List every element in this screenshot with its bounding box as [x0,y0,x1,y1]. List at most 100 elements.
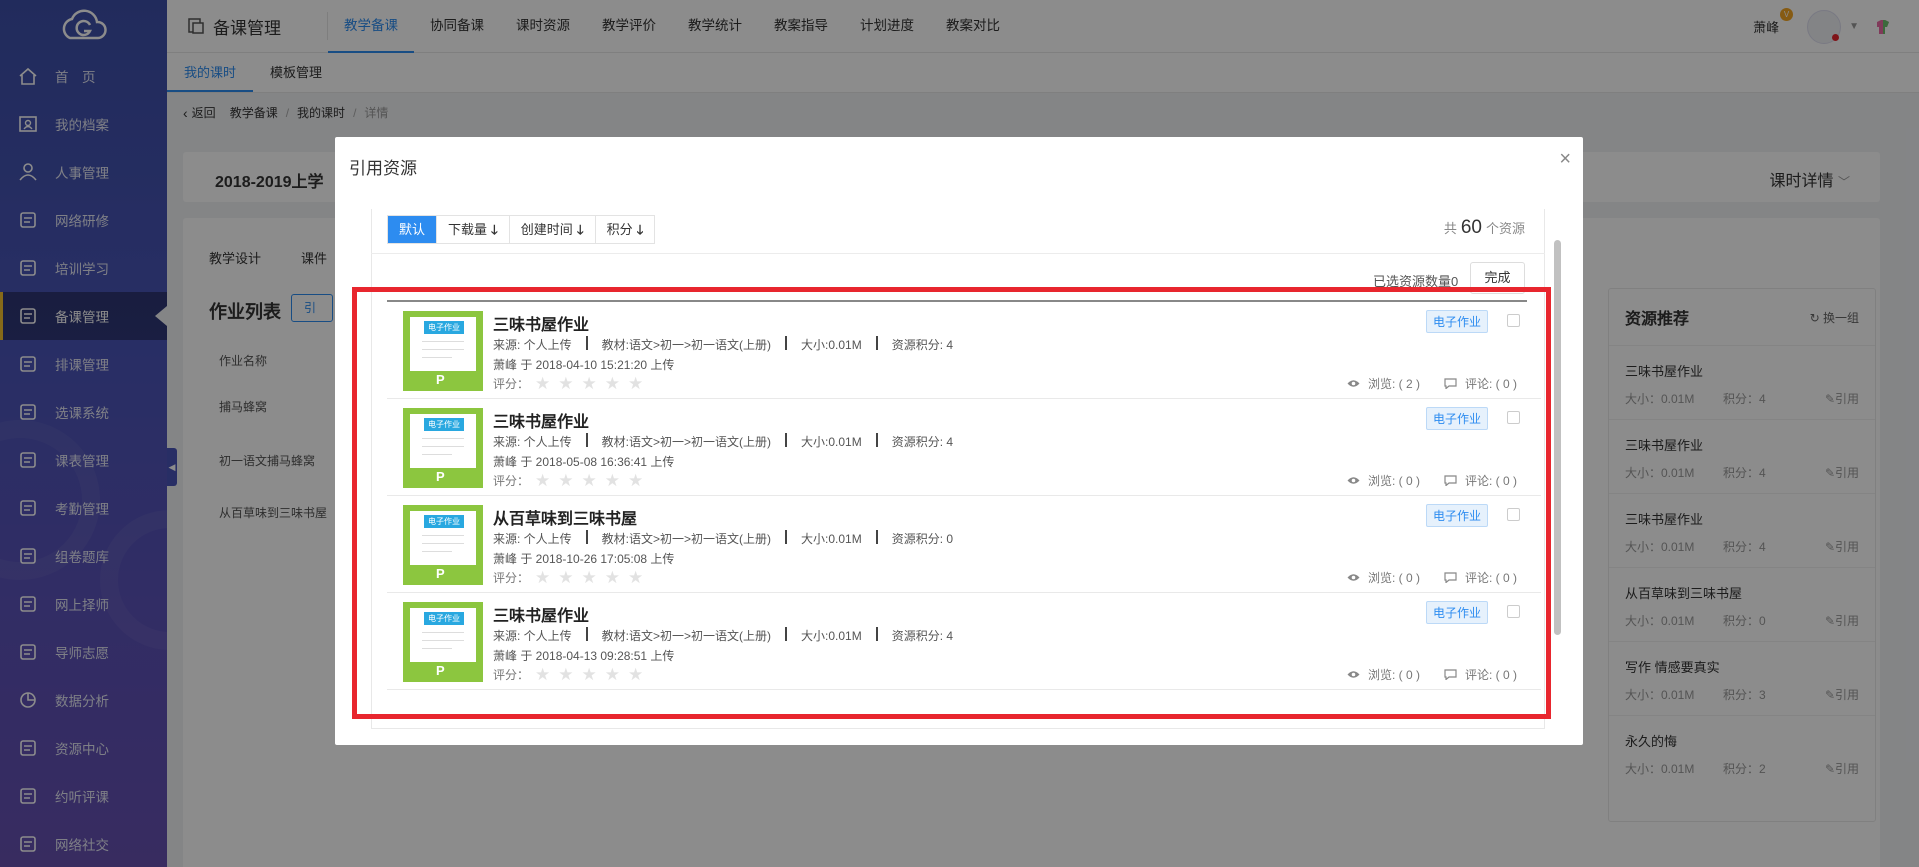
sort-created-label: 创建时间 [520,222,573,237]
thumbnail-mark: P [436,566,445,581]
resource-thumbnail[interactable]: 电子作业 P [403,408,483,488]
thumbnail-line [422,446,464,447]
resource-rating: 评分： ★ ★ ★ ★ ★ [493,375,651,392]
resource-meta: 来源: 个人上传 教材:语文>初一>初一语文(上册) 大小:0.01M 资源积分: 4 [493,627,953,644]
rating-label: 评分： [493,377,530,391]
resource-thumbnail[interactable]: 电子作业 P [403,505,483,585]
resource-rating: 评分： ★ ★ ★ ★ ★ [493,472,651,489]
resource-title[interactable]: 从百草味到三味书屋 [493,505,637,529]
resource-stats: 浏览: ( 0 ) 评论: ( 0 ) [1323,472,1517,489]
divider [875,336,878,350]
arrow-down-icon: 🡓 [636,222,644,237]
divider [875,530,878,544]
divider [585,336,588,350]
resource-thumbnail[interactable]: 电子作业 P [403,311,483,391]
star-rating[interactable]: ★ ★ ★ ★ ★ [535,666,651,683]
thumbnail-mark: P [436,372,445,387]
resource-title[interactable]: 三味书屋作业 [493,311,589,335]
resource-rating: 评分： ★ ★ ★ ★ ★ [493,569,651,586]
close-icon[interactable]: × [1559,149,1571,169]
comment-icon [1444,572,1457,583]
resource-points: 资源积分: 0 [891,532,954,546]
resource-select-checkbox[interactable] [1507,314,1520,327]
resource-select-checkbox[interactable] [1507,411,1520,424]
star-icon[interactable]: ★ [628,666,643,683]
divider [875,433,878,447]
resource-item: 电子作业 P 三味书屋作业 来源: 个人上传 教材:语文>初一>初一语文(上册) 大小:0… [387,593,1541,690]
star-icon[interactable]: ★ [628,472,643,489]
star-icon[interactable]: ★ [582,375,597,392]
resource-title[interactable]: 三味书屋作业 [493,602,589,626]
divider [371,253,1545,254]
eye-icon [1347,574,1360,581]
thumbnail-line [422,349,464,350]
star-icon[interactable]: ★ [582,569,597,586]
thumbnail-line [422,640,464,641]
star-icon[interactable]: ★ [535,472,550,489]
star-icon[interactable]: ★ [605,569,620,586]
thumbnail-line [422,438,464,439]
star-icon[interactable]: ★ [582,472,597,489]
resource-material: 教材:语文>初一>初一语文(上册) [601,629,772,643]
thumbnail-tag: 电子作业 [424,321,464,334]
sort-downloads[interactable]: 下载量 🡓 [437,216,510,243]
comment-icon [1444,669,1457,680]
views-stat: 浏览: ( 0 ) [1347,666,1420,683]
divider [785,433,788,447]
resource-type-badge: 电子作业 [1426,601,1489,624]
comments-count: 评论: ( 0 ) [1464,571,1517,585]
resource-type-badge: 电子作业 [1426,504,1489,527]
resource-select-checkbox[interactable] [1507,605,1520,618]
resource-source: 来源: 个人上传 [493,629,572,643]
star-rating[interactable]: ★ ★ ★ ★ ★ [535,472,651,489]
star-icon[interactable]: ★ [535,375,550,392]
star-icon[interactable]: ★ [605,472,620,489]
thumbnail-tag: 电子作业 [424,515,464,528]
resource-material: 教材:语文>初一>初一语文(上册) [601,435,772,449]
done-button[interactable]: 完成 [1470,262,1525,294]
sort-points[interactable]: 积分 🡓 [596,216,655,243]
modal-title: 引用资源 [349,159,417,178]
star-icon[interactable]: ★ [628,569,643,586]
thumbnail-paper: 电子作业 [410,608,476,662]
star-icon[interactable]: ★ [582,666,597,683]
comments-stat: 评论: ( 0 ) [1444,472,1517,489]
star-icon[interactable]: ★ [605,666,620,683]
arrow-down-icon: 🡓 [576,222,584,237]
thumbnail-line [422,632,464,633]
sort-created-time[interactable]: 创建时间 🡓 [510,216,596,243]
star-icon[interactable]: ★ [535,666,550,683]
resource-source: 来源: 个人上传 [493,338,572,352]
resource-item: 电子作业 P 三味书屋作业 来源: 个人上传 教材:语文>初一>初一语文(上册) 大小:0… [387,399,1541,496]
divider [785,627,788,641]
comments-count: 评论: ( 0 ) [1464,474,1517,488]
resource-thumbnail[interactable]: 电子作业 P [403,602,483,682]
sort-default[interactable]: 默认 [388,216,438,243]
star-icon[interactable]: ★ [535,569,550,586]
divider [585,627,588,641]
star-icon[interactable]: ★ [558,569,573,586]
resource-source: 来源: 个人上传 [493,435,572,449]
star-rating[interactable]: ★ ★ ★ ★ ★ [535,375,651,392]
star-rating[interactable]: ★ ★ ★ ★ ★ [535,569,651,586]
thumbnail-line [422,543,464,544]
star-icon[interactable]: ★ [605,375,620,392]
thumbnail-line [422,535,464,536]
modal-scrollbar[interactable] [1554,240,1561,635]
views-stat: 浏览: ( 2 ) [1347,375,1420,392]
resource-type-badge: 电子作业 [1426,310,1489,333]
star-icon[interactable]: ★ [628,375,643,392]
total-number: 60 [1460,217,1482,238]
star-icon[interactable]: ★ [558,472,573,489]
rating-label: 评分： [493,571,530,585]
resource-title[interactable]: 三味书屋作业 [493,408,589,432]
thumbnail-paper: 电子作业 [410,511,476,565]
selected-count: 已选资源数量0 [1373,274,1459,289]
resource-upload-info: 萧峰 于 2018-04-10 15:21:20 上传 [493,358,675,372]
resource-rating: 评分： ★ ★ ★ ★ ★ [493,666,651,683]
resource-select-checkbox[interactable] [1507,508,1520,521]
star-icon[interactable]: ★ [558,666,573,683]
resource-list: 电子作业 P 三味书屋作业 来源: 个人上传 教材:语文>初一>初一语文(上册) 大小:0… [387,302,1541,690]
star-icon[interactable]: ★ [558,375,573,392]
resource-upload-info: 萧峰 于 2018-05-08 16:36:41 上传 [493,455,675,469]
